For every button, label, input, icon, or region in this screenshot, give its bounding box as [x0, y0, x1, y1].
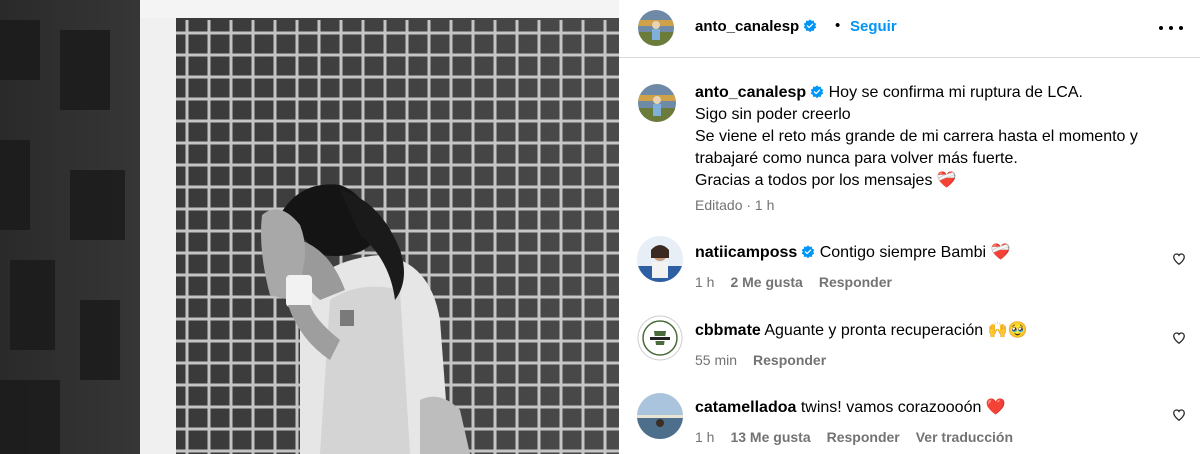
reply-button[interactable]: Responder — [827, 429, 900, 445]
post-caption: anto_canalesp Hoy se confirma mi ruptura… — [695, 82, 1175, 192]
separator-dot: • — [835, 17, 841, 34]
caption-line: trabajaré como nunca para volver más fue… — [695, 150, 1018, 167]
comment-likes[interactable]: 2 Me gusta — [730, 274, 802, 290]
comment-text: twins! vamos corazoooón ❤️ — [800, 399, 1006, 416]
comment-username[interactable]: natiicamposs — [695, 244, 797, 261]
comment-body: catamelladoa twins! vamos corazoooón ❤️ — [695, 397, 1006, 419]
post-sidebar: anto_canalesp • Seguir anto_canalesp Hoy… — [619, 0, 1200, 454]
comment-avatar[interactable] — [637, 393, 683, 439]
comment-likes[interactable]: 13 Me gusta — [730, 429, 810, 445]
comment-body: natiicamposs Contigo siempre Bambi ❤️‍🩹 — [695, 242, 1010, 264]
heart-outline-icon[interactable] — [1172, 252, 1186, 266]
comment-meta: 1 h 2 Me gusta Responder — [695, 274, 908, 290]
verified-badge-icon — [802, 245, 815, 259]
post-header: anto_canalesp • Seguir — [619, 0, 1200, 58]
caption-line: Gracias a todos por los mensajes ❤️‍🩹 — [695, 172, 957, 189]
caption-line: Se viene el reto más grande de mi carrer… — [695, 128, 1138, 145]
comment-time[interactable]: 1 h — [695, 429, 714, 445]
comment-body: cbbmate Aguante y pronta recuperación 🙌🥹 — [695, 320, 1027, 342]
comment-avatar[interactable] — [637, 315, 683, 361]
comment-text: Contigo siempre Bambi ❤️‍🩹 — [819, 244, 1011, 261]
author-avatar[interactable] — [638, 10, 674, 46]
post-photo — [0, 0, 619, 454]
comment-username[interactable]: cbbmate — [695, 322, 761, 339]
caption-line: Sigo sin poder creerlo — [695, 106, 851, 123]
more-options-icon[interactable] — [1159, 18, 1183, 38]
reply-button[interactable]: Responder — [819, 274, 892, 290]
verified-badge-icon — [803, 19, 817, 33]
comment-meta: 55 min Responder — [695, 352, 842, 368]
caption-meta: Editado · 1 h — [695, 197, 775, 213]
caption-username[interactable]: anto_canalesp — [695, 84, 806, 101]
author-username[interactable]: anto_canalesp — [695, 18, 817, 35]
heart-outline-icon[interactable] — [1172, 408, 1186, 422]
caption-line: Hoy se confirma mi ruptura de LCA. — [828, 84, 1083, 101]
comment-meta: 1 h 13 Me gusta Responder Ver traducción — [695, 429, 1029, 445]
comment-avatar[interactable] — [637, 236, 683, 282]
heart-outline-icon[interactable] — [1172, 331, 1186, 345]
comment-username[interactable]: catamelladoa — [695, 399, 796, 416]
comment-time[interactable]: 55 min — [695, 352, 737, 368]
follow-button[interactable]: Seguir — [850, 18, 897, 35]
caption-author-avatar[interactable] — [638, 84, 676, 122]
see-translation-button[interactable]: Ver traducción — [916, 429, 1013, 445]
verified-badge-icon — [810, 85, 824, 99]
comment-text: Aguante y pronta recuperación 🙌🥹 — [764, 322, 1028, 339]
comment-time[interactable]: 1 h — [695, 274, 714, 290]
reply-button[interactable]: Responder — [753, 352, 826, 368]
